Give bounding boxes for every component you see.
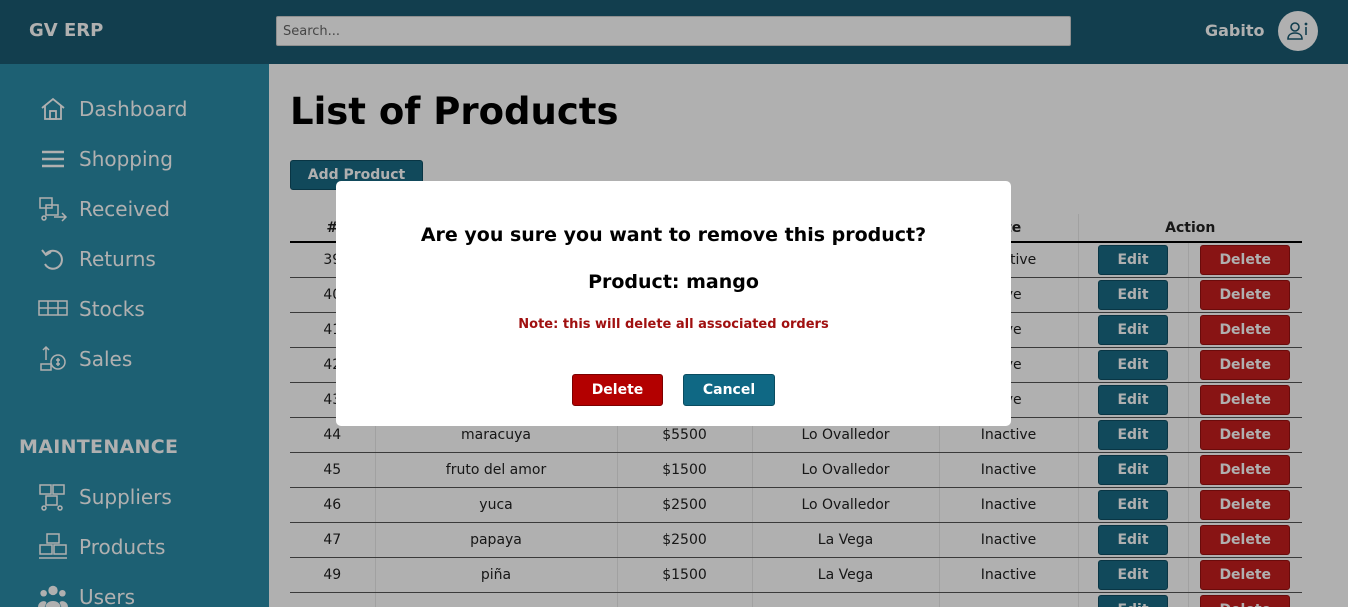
confirm-delete-button[interactable]: Delete [572, 374, 663, 406]
dialog-warning-note: Note: this will delete all associated or… [518, 317, 829, 332]
dialog-product-name: Product: mango [588, 271, 759, 293]
cancel-button[interactable]: Cancel [683, 374, 775, 406]
dialog-question: Are you sure you want to remove this pro… [420, 224, 927, 246]
confirm-delete-dialog: Are you sure you want to remove this pro… [336, 181, 1011, 426]
